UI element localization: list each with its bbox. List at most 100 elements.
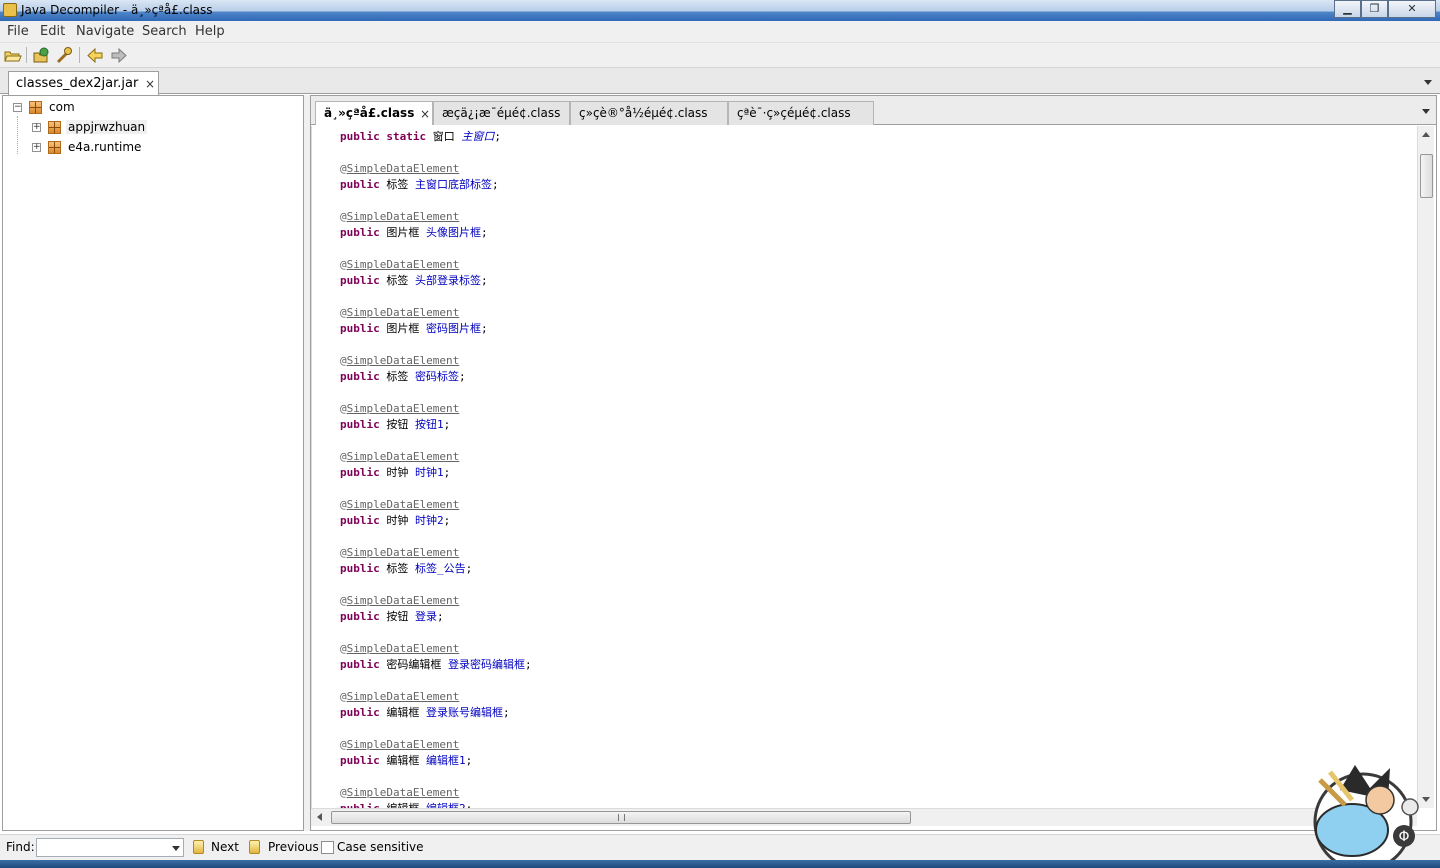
annotation-link[interactable]: SimpleDataElement [347,690,460,703]
vertical-scroll-thumb[interactable] [1420,154,1433,198]
find-history-dropdown-icon[interactable] [172,846,180,851]
menu-bar: File Edit Navigate Search Help [0,21,1440,43]
find-next-icon[interactable] [193,840,204,854]
case-sensitive-checkbox[interactable] [321,841,334,854]
field-declaration-line: public 图片框 密码图片框; [340,322,488,335]
class-tab[interactable]: çªè¯·ç»çéµé¢.class [728,101,874,125]
field-declaration-line: public 标签 标签_公告; [340,562,473,575]
annotation-link[interactable]: SimpleDataElement [347,162,460,175]
back-arrow-icon[interactable] [86,46,105,65]
field-name: 标签_公告 [415,562,466,575]
field-name: 按钮1 [415,418,444,431]
collapse-icon[interactable]: − [13,103,22,112]
app-icon [3,3,17,17]
package-icon [48,141,61,154]
find-previous-button[interactable]: Previous [268,840,319,854]
class-tab[interactable]: ç»çè®°å½éµé¢.class [570,101,728,125]
find-bar: Find: Next Previous Case sensitive [0,834,1440,860]
annotation-line: @SimpleDataElement [340,594,460,607]
tree-label: e4a.runtime [68,140,142,154]
file-tab[interactable]: classes_dex2jar.jar × [8,71,159,95]
field-name: 密码图片框 [426,322,481,335]
tab-list-dropdown-icon[interactable] [1424,80,1432,85]
tree-label: com [49,100,75,114]
annotation-link[interactable]: SimpleDataElement [347,738,460,751]
annotation-link[interactable]: SimpleDataElement [347,258,460,271]
field-name: 登录 [415,610,437,623]
menu-help[interactable]: Help [195,24,225,39]
field-name: 主窗口底部标签 [415,178,492,191]
annotation-link[interactable]: SimpleDataElement [347,450,460,463]
find-previous-icon[interactable] [249,840,260,854]
class-tab-label: æçä¿¡æ¯éµé¢.class [442,106,561,120]
field-declaration-line: public 密码编辑框 登录密码编辑框; [340,658,532,671]
class-tab-active[interactable]: ä¸»çªå£.class × [315,101,433,125]
field-name: 密码标签 [415,370,459,383]
annotation-link[interactable]: SimpleDataElement [347,594,460,607]
class-tab-list-dropdown-icon[interactable] [1422,109,1430,114]
field-declaration-line: public 时钟 时钟1; [340,466,451,479]
scroll-up-icon[interactable] [1422,132,1430,137]
toolbar-separator [79,47,80,63]
horizontal-scroll-thumb[interactable] [331,811,911,824]
annotation-line: @SimpleDataElement [340,354,460,367]
maximize-button[interactable]: ❐ [1361,0,1388,18]
annotation-line: @SimpleDataElement [340,258,460,271]
annotation-link[interactable]: SimpleDataElement [347,306,460,319]
field-name: 编辑框1 [426,754,466,767]
field-type: 标签 [386,370,409,383]
menu-navigate[interactable]: Navigate [76,24,134,39]
vertical-scrollbar[interactable] [1417,126,1434,808]
annotation-link[interactable]: SimpleDataElement [347,402,460,415]
tree-node-appjrwzhuan[interactable]: + appjrwzhuan [30,119,180,137]
source-code-view[interactable]: public static 窗口 主窗口; @SimpleDataElement… [311,126,1417,808]
mascot-widget-icon[interactable]: Φ [1300,760,1430,868]
annotation-line: @SimpleDataElement [340,162,460,175]
tree-node-com[interactable]: − com [11,99,111,117]
find-combobox[interactable] [36,838,184,857]
field-declaration-line: public 图片框 头像图片框; [340,226,488,239]
title-bar: Java Decompiler - ä¸»çªå£.class ▁ ❐ ✕ [0,0,1440,21]
open-type-icon[interactable] [32,46,51,65]
annotation-line: @SimpleDataElement [340,786,460,799]
tree-node-e4a-runtime[interactable]: + e4a.runtime [30,139,180,157]
editor-panel: ä¸»çªå£.class × æçä¿¡æ¯éµé¢.class ç»çè®°… [310,95,1437,831]
field-declaration-line: public 时钟 时钟2; [340,514,451,527]
annotation-link[interactable]: SimpleDataElement [347,786,460,799]
annotation-link[interactable]: SimpleDataElement [347,546,460,559]
close-tab-icon[interactable]: × [420,107,430,121]
annotation-link[interactable]: SimpleDataElement [347,354,460,367]
menu-search[interactable]: Search [142,24,187,39]
close-button[interactable]: ✕ [1388,0,1436,18]
annotation-link[interactable]: SimpleDataElement [347,642,460,655]
menu-file[interactable]: File [7,24,29,39]
horizontal-scrollbar[interactable] [311,808,1417,826]
menu-edit[interactable]: Edit [40,24,65,39]
field-name: 时钟1 [415,466,444,479]
find-next-button[interactable]: Next [211,840,239,854]
field-declaration-line: public 编辑框 登录账号编辑框; [340,706,510,719]
annotation-line: @SimpleDataElement [340,738,460,751]
expand-icon[interactable]: + [32,143,41,152]
code-line: public static 窗口 主窗口; [340,130,501,143]
open-file-icon[interactable] [3,46,22,65]
field-type: 按钮 [386,418,409,431]
field-type: 图片框 [386,322,420,335]
close-tab-icon[interactable]: × [145,77,155,91]
field-name: 头像图片框 [426,226,481,239]
class-tab[interactable]: æçä¿¡æ¯éµé¢.class [433,101,570,125]
forward-arrow-icon[interactable] [109,46,128,65]
minimize-button[interactable]: ▁ [1334,0,1361,18]
open-type-hierarchy-icon[interactable] [55,46,74,65]
annotation-link[interactable]: SimpleDataElement [347,498,460,511]
toolbar-separator [26,47,27,63]
annotation-line: @SimpleDataElement [340,546,460,559]
field-type: 标签 [386,178,409,191]
expand-icon[interactable]: + [32,123,41,132]
annotation-link[interactable]: SimpleDataElement [347,210,460,223]
find-input[interactable] [37,839,167,856]
scroll-left-icon[interactable] [317,813,322,821]
field-name: 登录密码编辑框 [448,658,525,671]
package-icon [29,101,42,114]
svg-text:Φ: Φ [1398,829,1409,845]
